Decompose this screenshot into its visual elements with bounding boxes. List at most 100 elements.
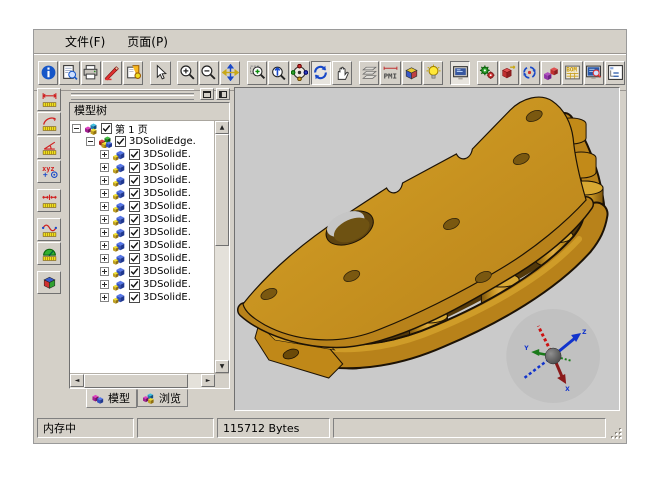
expand-icon[interactable]	[100, 202, 109, 211]
tree-row-part-6[interactable]: 3DSolidE.	[70, 213, 214, 226]
visibility-checkbox[interactable]	[129, 214, 140, 225]
menu-item-file[interactable]: 文件(F)	[60, 31, 110, 52]
measure-angle-button[interactable]	[37, 136, 61, 159]
redline-markup-button[interactable]	[102, 61, 122, 85]
resize-grip[interactable]	[609, 425, 623, 439]
expand-icon[interactable]	[100, 150, 109, 159]
expand-icon[interactable]	[100, 293, 109, 302]
tree-row-part-11[interactable]: 3DSolidE.	[70, 278, 214, 291]
tree-node-label[interactable]: 3DSolidE.	[143, 292, 191, 303]
tree-node-label[interactable]: 3DSolidE.	[143, 201, 191, 212]
measure-curve-button[interactable]	[37, 218, 61, 241]
panel-maximize-button[interactable]	[200, 88, 214, 100]
expand-icon[interactable]	[100, 215, 109, 224]
tree-node-label[interactable]: 第 1 页	[115, 121, 148, 136]
visibility-checkbox[interactable]	[129, 175, 140, 186]
viewport-3d[interactable]: Z X Y	[234, 87, 620, 411]
screen-view-button[interactable]	[450, 61, 470, 85]
tree-row-part-1[interactable]: 3DSolidE.	[70, 148, 214, 161]
tree-row-page[interactable]: 第 1 页	[70, 122, 214, 135]
scroll-left-button[interactable]: ◄	[70, 374, 84, 387]
spin-rotate-button[interactable]	[311, 61, 331, 85]
scroll-down-button[interactable]: ▼	[215, 360, 229, 373]
tree-node-label[interactable]: 3DSolidE.	[143, 266, 191, 277]
solid-model-button[interactable]	[37, 271, 61, 294]
vertical-scroll-thumb[interactable]	[215, 134, 229, 246]
tree-row-part-4[interactable]: 3DSolidE.	[70, 187, 214, 200]
panel-grip[interactable]	[71, 88, 230, 100]
tree-node-label[interactable]: 3DSolidE.	[143, 227, 191, 238]
tree-row-part-9[interactable]: 3DSolidE.	[70, 252, 214, 265]
measure-gauge-button[interactable]	[37, 242, 61, 265]
select-button[interactable]	[150, 61, 170, 85]
part-explode-button[interactable]	[541, 61, 561, 85]
scroll-right-button[interactable]: ►	[201, 374, 215, 387]
orbit-target-button[interactable]	[290, 61, 310, 85]
lighting-button[interactable]	[423, 61, 443, 85]
view-cube-button[interactable]	[402, 61, 422, 85]
layers-button[interactable]	[359, 61, 379, 85]
tree-vertical-scrollbar[interactable]: ▲ ▼	[214, 121, 229, 373]
tree-node-label[interactable]: 3DSolidE.	[143, 149, 191, 160]
tree-row-part-8[interactable]: 3DSolidE.	[70, 239, 214, 252]
panel-hide-button[interactable]	[216, 88, 230, 100]
measure-coordinate-button[interactable]: xyz	[37, 160, 61, 183]
visibility-checkbox[interactable]	[129, 227, 140, 238]
expand-icon[interactable]	[100, 176, 109, 185]
tree-node-label[interactable]: 3DSolidE.	[143, 188, 191, 199]
tree-node-label[interactable]: 3DSolidE.	[143, 240, 191, 251]
visibility-checkbox[interactable]	[129, 188, 140, 199]
part-transform-button[interactable]	[477, 61, 497, 85]
visibility-checkbox[interactable]	[129, 201, 140, 212]
measure-distance-button[interactable]	[37, 88, 61, 111]
tree-node-label[interactable]: 3DSolidE.	[143, 162, 191, 173]
visibility-checkbox[interactable]	[129, 279, 140, 290]
menu-item-page[interactable]: 页面(P)	[122, 31, 173, 52]
tree-row-part-10[interactable]: 3DSolidE.	[70, 265, 214, 278]
part-move-button[interactable]	[499, 61, 519, 85]
tree-view-button[interactable]	[605, 61, 625, 85]
collapse-icon[interactable]	[86, 137, 95, 146]
visibility-checkbox[interactable]	[129, 149, 140, 160]
print-preview-button[interactable]	[59, 61, 79, 85]
navball[interactable]: Z X Y	[506, 309, 600, 403]
expand-icon[interactable]	[100, 163, 109, 172]
visibility-checkbox[interactable]	[129, 162, 140, 173]
hand-pan-button[interactable]	[332, 61, 352, 85]
visibility-checkbox[interactable]	[115, 136, 126, 147]
horizontal-scroll-thumb[interactable]	[84, 374, 188, 388]
tree-row-part-5[interactable]: 3DSolidE.	[70, 200, 214, 213]
print-button[interactable]	[81, 61, 101, 85]
expand-icon[interactable]	[100, 228, 109, 237]
visibility-checkbox[interactable]	[101, 123, 112, 134]
visibility-checkbox[interactable]	[129, 240, 140, 251]
zoom-out-button[interactable]	[199, 61, 219, 85]
tree-row-part-7[interactable]: 3DSolidE.	[70, 226, 214, 239]
report-view-button[interactable]	[584, 61, 604, 85]
tree-row-part-2[interactable]: 3DSolidE.	[70, 161, 214, 174]
zoom-in-button[interactable]	[177, 61, 197, 85]
tree-node-label[interactable]: 3DSolidEdge.	[129, 136, 196, 147]
scroll-up-button[interactable]: ▲	[215, 121, 229, 134]
tree-node-label[interactable]: 3DSolidE.	[143, 253, 191, 264]
expand-icon[interactable]	[100, 254, 109, 263]
zoom-window-button[interactable]	[247, 61, 267, 85]
collapse-icon[interactable]	[72, 124, 81, 133]
measure-span-button[interactable]	[37, 189, 61, 212]
zoom-dynamic-button[interactable]	[268, 61, 288, 85]
pmi-button[interactable]: PMI	[380, 61, 400, 85]
tree-node-label[interactable]: 3DSolidE.	[143, 175, 191, 186]
expand-icon[interactable]	[100, 280, 109, 289]
save-markup-button[interactable]	[123, 61, 143, 85]
tree-node-label[interactable]: 3DSolidE.	[143, 214, 191, 225]
visibility-checkbox[interactable]	[129, 253, 140, 264]
expand-icon[interactable]	[100, 189, 109, 198]
visibility-checkbox[interactable]	[129, 292, 140, 303]
tab-browse[interactable]: 浏览	[137, 389, 188, 407]
visibility-checkbox[interactable]	[129, 266, 140, 277]
tree-row-part-3[interactable]: 3DSolidE.	[70, 174, 214, 187]
expand-icon[interactable]	[100, 267, 109, 276]
tree-row-part-12[interactable]: 3DSolidE.	[70, 291, 214, 304]
tree-horizontal-scrollbar[interactable]: ◄ ►	[70, 374, 215, 388]
tree-row-assembly[interactable]: 3DSolidEdge.	[70, 135, 214, 148]
